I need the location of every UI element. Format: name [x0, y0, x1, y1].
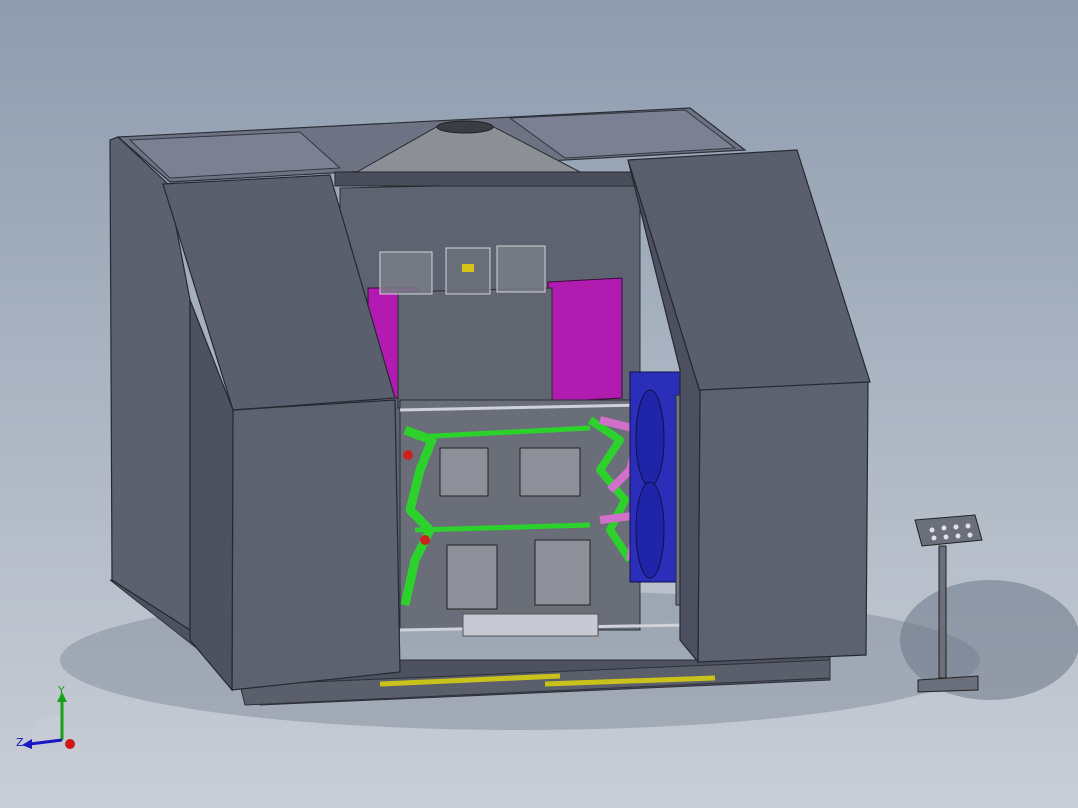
blue-wheel-upper: [635, 389, 665, 487]
hopper-opening: [436, 120, 494, 134]
motor-box-1: [379, 251, 433, 295]
grey-center-housing: [397, 287, 553, 409]
red-pivot-1: [403, 450, 413, 460]
control-panel-top: [914, 514, 983, 547]
cad-graphics-viewport[interactable]: Y Z: [0, 0, 1078, 808]
blue-wheel-lower: [635, 481, 665, 579]
right-door-front: [697, 381, 869, 663]
y-axis-label: Y: [57, 686, 65, 697]
left-door-front: [231, 399, 401, 691]
right-door-slanted: [627, 149, 871, 393]
pedestal-column: [938, 545, 947, 679]
cutter-box-1: [439, 447, 489, 497]
x-axis-point: [65, 739, 75, 749]
z-axis-arrow: [29, 738, 63, 746]
z-axis-label: Z: [16, 736, 24, 749]
roof-beam: [334, 171, 646, 187]
floor-slab: [462, 613, 599, 637]
cutter-box-2: [519, 447, 581, 497]
motor-yellow-tag: [462, 264, 474, 272]
axis-triad-icon: Y Z: [16, 686, 75, 749]
motor-box-3: [496, 245, 546, 293]
cutter-box-4: [534, 539, 591, 606]
magenta-housing-right: [547, 277, 623, 403]
machine-model-3d[interactable]: [0, 0, 1078, 808]
red-pivot-2: [420, 535, 430, 545]
cutter-box-3: [446, 544, 498, 610]
